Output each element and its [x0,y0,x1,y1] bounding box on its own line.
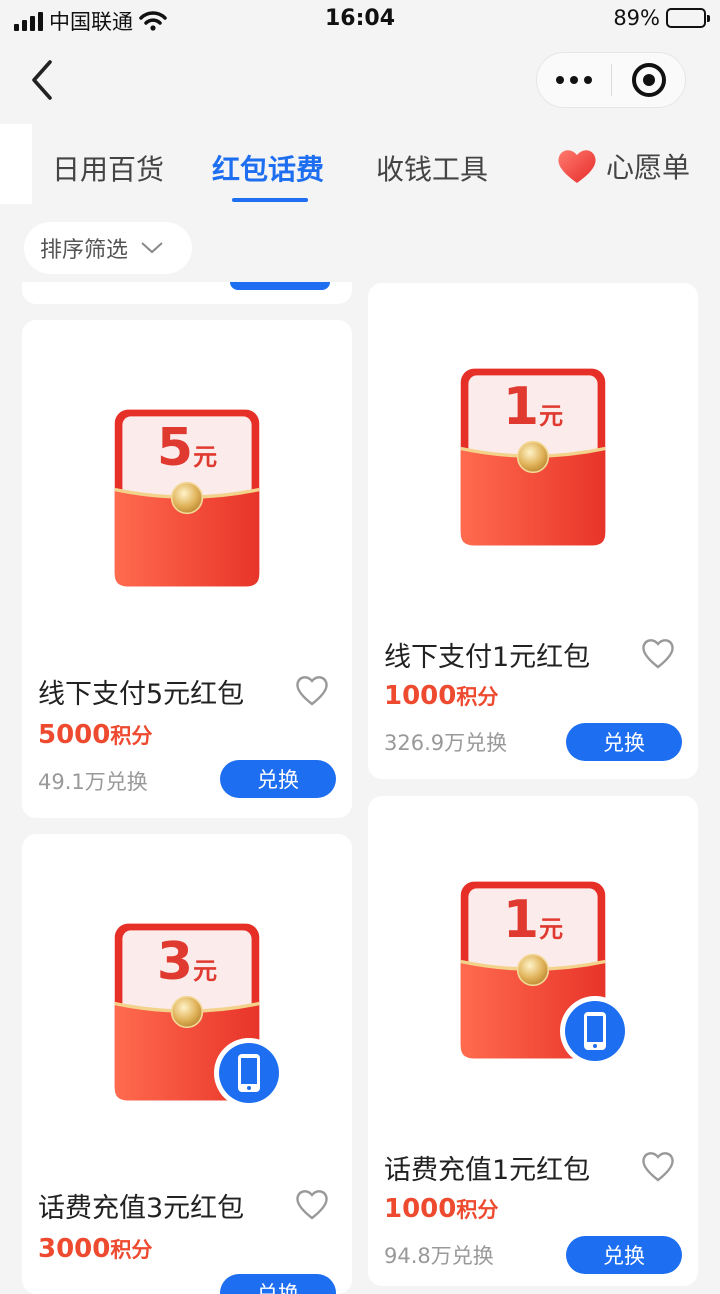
product-card[interactable]: 5元 线下支付5元红包 5000积分 49.1万兑换 兑换 [22,320,352,818]
nav-bar [0,40,720,122]
tab-scroll-edge [0,124,32,204]
exchange-count: 49.1万兑换 [38,770,148,794]
favorite-heart-icon[interactable] [294,1188,330,1220]
wishlist-button[interactable]: 心愿单 [556,146,690,186]
product-title: 线下支付5元红包 [38,679,245,710]
favorite-heart-icon[interactable] [294,674,330,706]
red-packet-image: 1元 [448,349,618,565]
wishlist-label: 心愿单 [606,151,691,184]
exchange-button[interactable]: 兑换 [220,1274,336,1294]
status-bar: 中国联通 16:04 89% [0,0,720,40]
amount-label: 3元 [156,932,218,992]
product-card[interactable]: 3元 话费充值3元红包 3000积分 兑换 [22,834,352,1294]
exchange-button[interactable]: 兑换 [566,1236,682,1274]
battery-icon [666,8,710,28]
clock: 16:04 [324,6,396,31]
favorite-heart-icon[interactable] [640,637,676,669]
exchange-button[interactable]: 兑换 [566,723,682,761]
phone-badge-icon [214,1038,284,1108]
points-price: 3000积分 [38,1234,153,1264]
red-packet-image: 3元 [102,904,284,1120]
phone-badge-icon [560,996,630,1066]
points-price: 1000积分 [384,1194,499,1224]
product-card[interactable]: 1元 线下支付1元红包 1000积分 326.9万兑换 兑换 [368,283,698,779]
product-title: 话费充值3元红包 [38,1193,245,1224]
exchange-button[interactable]: 兑换 [220,760,336,798]
points-price: 5000积分 [38,720,153,750]
exchange-button-partial[interactable] [230,282,330,290]
red-packet-image: 5元 [102,390,272,606]
category-tabs: 日用百货 红包话费 收钱工具 心愿单 [0,124,720,204]
sort-filter-label: 排序筛选 [40,238,129,263]
tab-payment-tools[interactable]: 收钱工具 [376,148,488,188]
red-packet-image: 1元 [448,862,630,1078]
amount-label: 1元 [502,890,564,950]
close-miniapp-button[interactable] [612,63,685,97]
sort-filter-button[interactable]: 排序筛选 [24,222,192,274]
more-icon[interactable] [537,76,611,84]
amount-label: 1元 [502,377,564,437]
exchange-count: 326.9万兑换 [384,731,508,755]
product-title: 线下支付1元红包 [384,642,591,673]
product-card[interactable]: 1元 话费充值1元红包 1000积分 94.8万兑换 兑换 [368,796,698,1286]
battery-percent: 89% [613,6,660,30]
back-arrow-icon[interactable] [28,58,58,102]
points-price: 1000积分 [384,681,499,711]
favorite-heart-icon[interactable] [640,1150,676,1182]
battery-status: 89% [613,6,710,30]
amount-label: 5元 [156,418,218,478]
miniapp-capsule [536,52,686,108]
target-icon [631,63,666,97]
heart-icon [558,150,596,183]
exchange-count: 94.8万兑换 [384,1244,494,1268]
chevron-down-icon [141,242,163,254]
product-card-partial [22,282,352,304]
product-title: 话费充值1元红包 [384,1155,591,1186]
tab-daily-goods[interactable]: 日用百货 [52,148,164,188]
tab-redpacket-phone[interactable]: 红包话费 [212,148,324,188]
active-tab-indicator [232,198,308,202]
